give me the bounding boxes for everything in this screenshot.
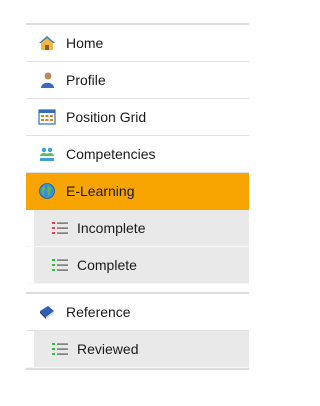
list-icon bbox=[52, 221, 68, 235]
nav-subitem-label: Incomplete bbox=[77, 220, 146, 236]
list-icon bbox=[52, 258, 68, 272]
bottom-divider bbox=[26, 368, 249, 370]
nav-item-label: Profile bbox=[66, 72, 106, 88]
book-icon bbox=[38, 303, 56, 321]
nav-subitem-complete[interactable]: Complete bbox=[26, 247, 249, 284]
nav-item-e-learning[interactable]: E-Learning bbox=[26, 173, 249, 210]
home-icon bbox=[38, 34, 56, 52]
profile-icon bbox=[38, 71, 56, 89]
nav-item-label: Position Grid bbox=[66, 109, 147, 125]
grid-icon bbox=[38, 108, 56, 126]
nav-item-label: Competencies bbox=[66, 146, 156, 162]
nav-item-reference[interactable]: Reference bbox=[26, 294, 249, 331]
nav-subitem-incomplete[interactable]: Incomplete bbox=[26, 210, 249, 247]
nav-item-label: Reference bbox=[66, 304, 131, 320]
globe-icon bbox=[38, 182, 56, 200]
list-icon bbox=[52, 342, 68, 356]
nav-subitem-label: Complete bbox=[77, 257, 137, 273]
nav-subitem-label: Reviewed bbox=[77, 341, 139, 357]
nav-item-profile[interactable]: Profile bbox=[26, 62, 249, 99]
competencies-icon bbox=[38, 145, 56, 163]
sidebar-nav: Home Profile Position Grid Competencies … bbox=[26, 23, 249, 370]
nav-item-position-grid[interactable]: Position Grid bbox=[26, 99, 249, 136]
nav-item-competencies[interactable]: Competencies bbox=[26, 136, 249, 173]
nav-item-home[interactable]: Home bbox=[26, 25, 249, 62]
nav-item-label: Home bbox=[66, 35, 104, 51]
nav-item-label: E-Learning bbox=[66, 183, 135, 199]
nav-subitem-reviewed[interactable]: Reviewed bbox=[26, 331, 249, 368]
